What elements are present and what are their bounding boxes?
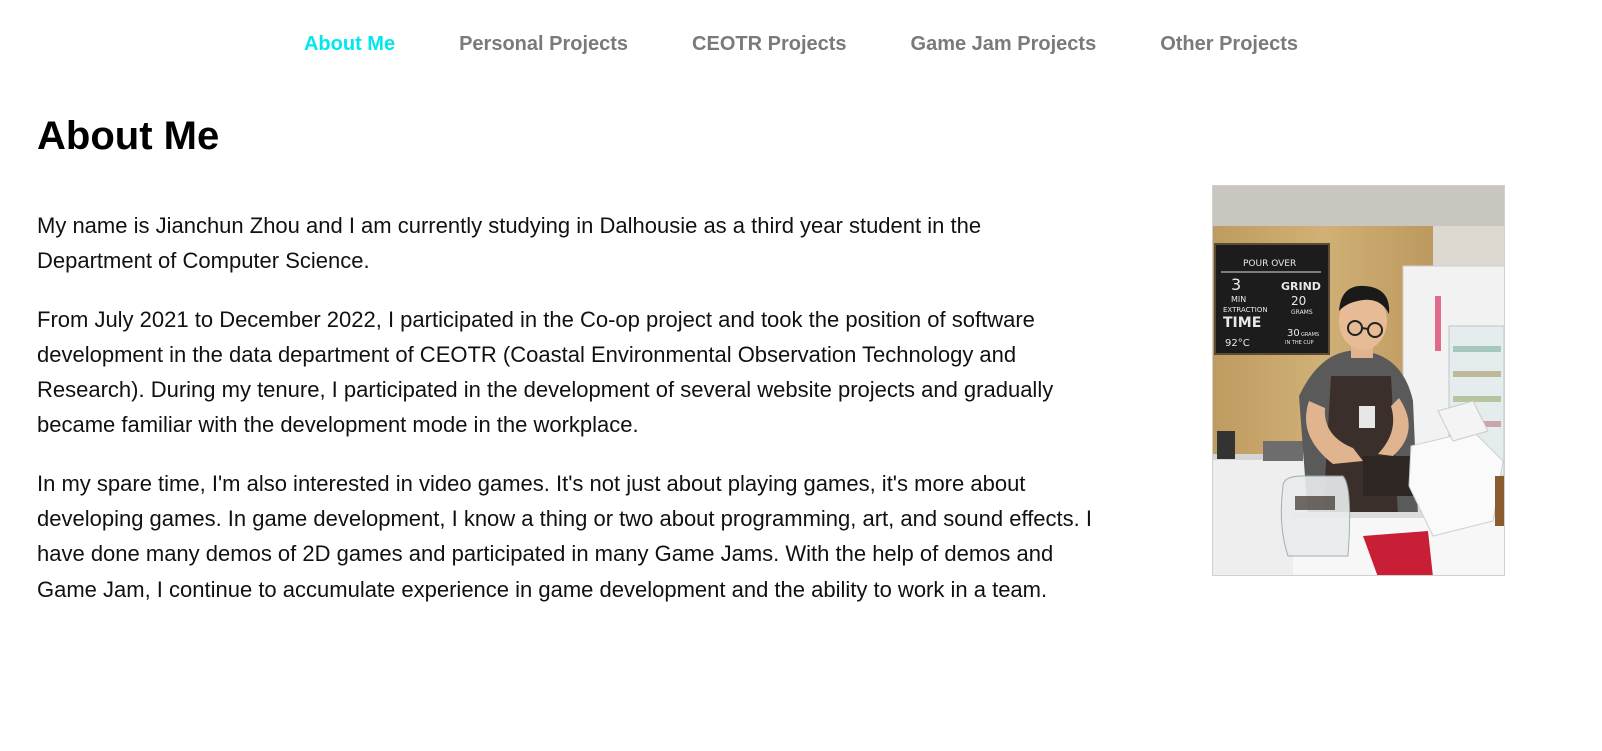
top-nav: About Me Personal Projects CEOTR Project… xyxy=(0,0,1602,90)
paragraph-intro: My name is Jianchun Zhou and I am curren… xyxy=(37,213,982,274)
nav-about-me[interactable]: About Me xyxy=(304,33,395,56)
chalk-text-grams: GRAMS xyxy=(1291,309,1313,316)
chalk-text-30: 30 xyxy=(1287,328,1300,339)
profile-photo: POUR OVER 3 MIN EXTRACTION TIME GRIND 20… xyxy=(1212,185,1505,576)
paragraph-coop: From July 2021 to December 2022, I parti… xyxy=(37,306,1054,438)
chalk-text-min: MIN xyxy=(1231,295,1246,304)
chalk-text-temp: 92°C xyxy=(1225,338,1250,349)
nav-personal-projects[interactable]: Personal Projects xyxy=(459,33,628,56)
chalk-text-time: TIME xyxy=(1223,315,1261,331)
chalk-text-20: 20 xyxy=(1291,294,1306,308)
chalk-text-grams-2: GRAMS xyxy=(1301,332,1319,338)
nav-ceotr-projects[interactable]: CEOTR Projects xyxy=(692,33,846,56)
page-title: About Me xyxy=(37,114,220,158)
paragraph-games: In my spare time, I'm also interested in… xyxy=(37,470,1092,602)
chalk-text-extraction: EXTRACTION xyxy=(1223,306,1268,314)
chalk-text-in-cup: IN THE CUP xyxy=(1285,340,1314,346)
svg-text:POUR OVER: POUR OVER xyxy=(1243,259,1296,269)
profile-photo-illustration: POUR OVER 3 MIN EXTRACTION TIME GRIND 20… xyxy=(1213,186,1504,575)
chalk-text-3: 3 xyxy=(1231,275,1241,294)
chalk-text-grind: GRIND xyxy=(1281,280,1321,293)
about-content: My name is Jianchun Zhou and I am curren… xyxy=(37,208,1097,630)
nav-other-projects[interactable]: Other Projects xyxy=(1160,33,1298,56)
nav-game-jam-projects[interactable]: Game Jam Projects xyxy=(911,33,1097,56)
